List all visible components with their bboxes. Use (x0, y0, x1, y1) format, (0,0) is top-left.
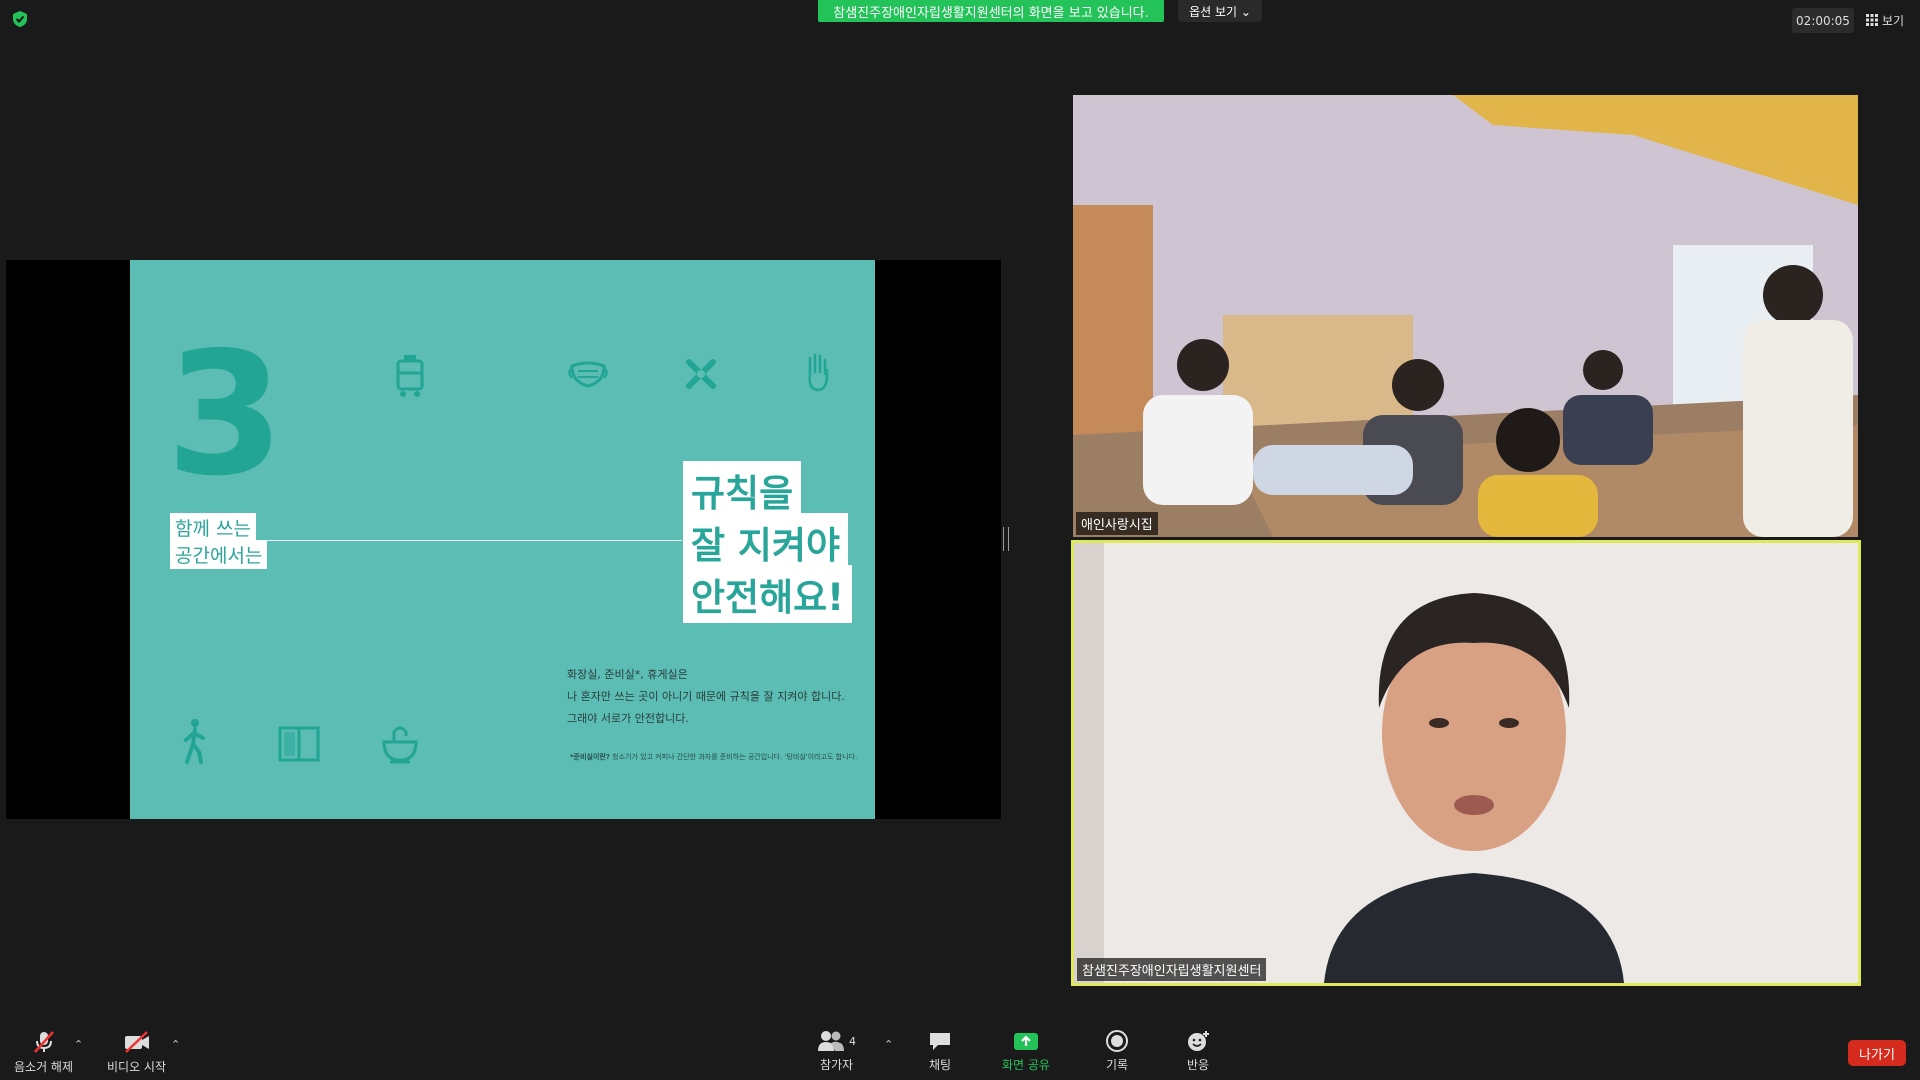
start-video-button[interactable]: 비디오 시작 (107, 1030, 166, 1075)
participants-label: 참가자 (819, 1058, 854, 1072)
leave-meeting-button[interactable]: 나가기 (1848, 1040, 1906, 1066)
tools-icon (686, 359, 716, 389)
chat-bubble-icon (930, 1033, 950, 1050)
microphone-muted-icon (33, 1031, 54, 1053)
participants-icon-group: 4 (817, 1030, 856, 1052)
participants-button[interactable]: 4 참가자 (817, 1030, 856, 1073)
split-view-handle[interactable] (1003, 527, 1009, 551)
share-screen-label: 화면 공유 (1002, 1058, 1050, 1072)
participant-count: 4 (849, 1034, 856, 1048)
hand-icon (808, 353, 829, 392)
slide-body-text: 화장실, 준비실*, 휴게실은 나 혼자만 쓰는 곳이 아니기 때문에 규칙을 … (567, 664, 845, 730)
face-mask-icon (568, 361, 608, 388)
grid-icon (1866, 14, 1878, 26)
slide-headline-line3: 안전해요! (683, 565, 853, 623)
body-line: 나 혼자만 쓰는 곳이 아니기 때문에 규칙을 잘 지켜야 합니다. (567, 690, 845, 703)
reactions-button[interactable]: 반응 (1186, 1030, 1210, 1073)
share-screen-button[interactable]: 화면 공유 (1002, 1030, 1050, 1073)
video-camera-off-icon (124, 1031, 149, 1053)
presentation-slide: 3 함께 쓰는 공간에서는 규칙을 잘 지켜야 안전해요! 화장실, 준비실*,… (130, 260, 875, 819)
speaker-video-feed (1074, 543, 1858, 983)
slide-headline-line2: 잘 지켜야 (683, 513, 849, 571)
body-line: 그래야 서로가 안전합니다. (567, 712, 689, 725)
door-icon (278, 726, 320, 762)
slide-number: 3 (166, 316, 285, 514)
participants-options-chevron[interactable]: ⌃ (884, 1038, 893, 1051)
slide-subtitle-line1: 함께 쓰는 (170, 513, 256, 542)
meeting-timer: 02:00:05 (1792, 8, 1854, 33)
body-line: 화장실, 준비실*, 휴게실은 (567, 668, 688, 681)
encryption-shield-icon[interactable] (12, 10, 28, 28)
participant-video-tile[interactable]: 애인사랑시집 (1073, 95, 1858, 537)
footnote-bold: *준비실이란? (570, 753, 610, 761)
record-label: 기록 (1105, 1058, 1129, 1072)
start-video-label: 비디오 시작 (107, 1060, 167, 1074)
share-screen-icon (1013, 1033, 1038, 1050)
view-label: 보기 (1882, 13, 1905, 28)
record-icon (1106, 1030, 1128, 1052)
audio-options-chevron[interactable]: ⌃ (74, 1038, 83, 1051)
unmute-button[interactable]: 음소거 해제 (14, 1030, 73, 1075)
slide-footnote: *준비실이란? 청소기가 있고 커피나 간단한 과자를 준비하는 공간입니다. … (570, 752, 870, 762)
view-options-button[interactable]: 옵션 보기 ⌄ (1178, 0, 1262, 22)
unmute-label: 음소거 해제 (14, 1060, 74, 1074)
chat-label: 채팅 (928, 1058, 952, 1072)
slide-divider-line (262, 540, 682, 541)
smiley-add-icon (1188, 1031, 1209, 1051)
sink-icon (382, 726, 418, 764)
person-walking-icon (184, 719, 205, 764)
reactions-label: 반응 (1186, 1058, 1210, 1072)
cart-icon (396, 355, 424, 397)
slide-subtitle-line2: 공간에서는 (170, 540, 268, 569)
active-speaker-video-tile[interactable]: 참샘진주장애인자립생활지원센터 (1071, 540, 1861, 986)
video-options-chevron[interactable]: ⌃ (171, 1038, 180, 1051)
participants-icon (818, 1031, 844, 1051)
participant-name-tag: 참샘진주장애인자립생활지원센터 (1077, 958, 1267, 981)
room-video-feed (1073, 95, 1858, 537)
screen-share-banner: 참샘진주장애인자립생활지원센터의 화면을 보고 있습니다. (818, 0, 1164, 22)
chat-button[interactable]: 채팅 (928, 1030, 952, 1073)
record-button[interactable]: 기록 (1105, 1030, 1129, 1073)
slide-headline-line1: 규칙을 (683, 461, 802, 519)
footnote-text: 청소기가 있고 커피나 간단한 과자를 준비하는 공간입니다. '탕비실'이라고… (609, 753, 858, 761)
participant-name-tag: 애인사랑시집 (1076, 512, 1158, 535)
view-layout-button[interactable]: 보기 (1866, 10, 1904, 30)
